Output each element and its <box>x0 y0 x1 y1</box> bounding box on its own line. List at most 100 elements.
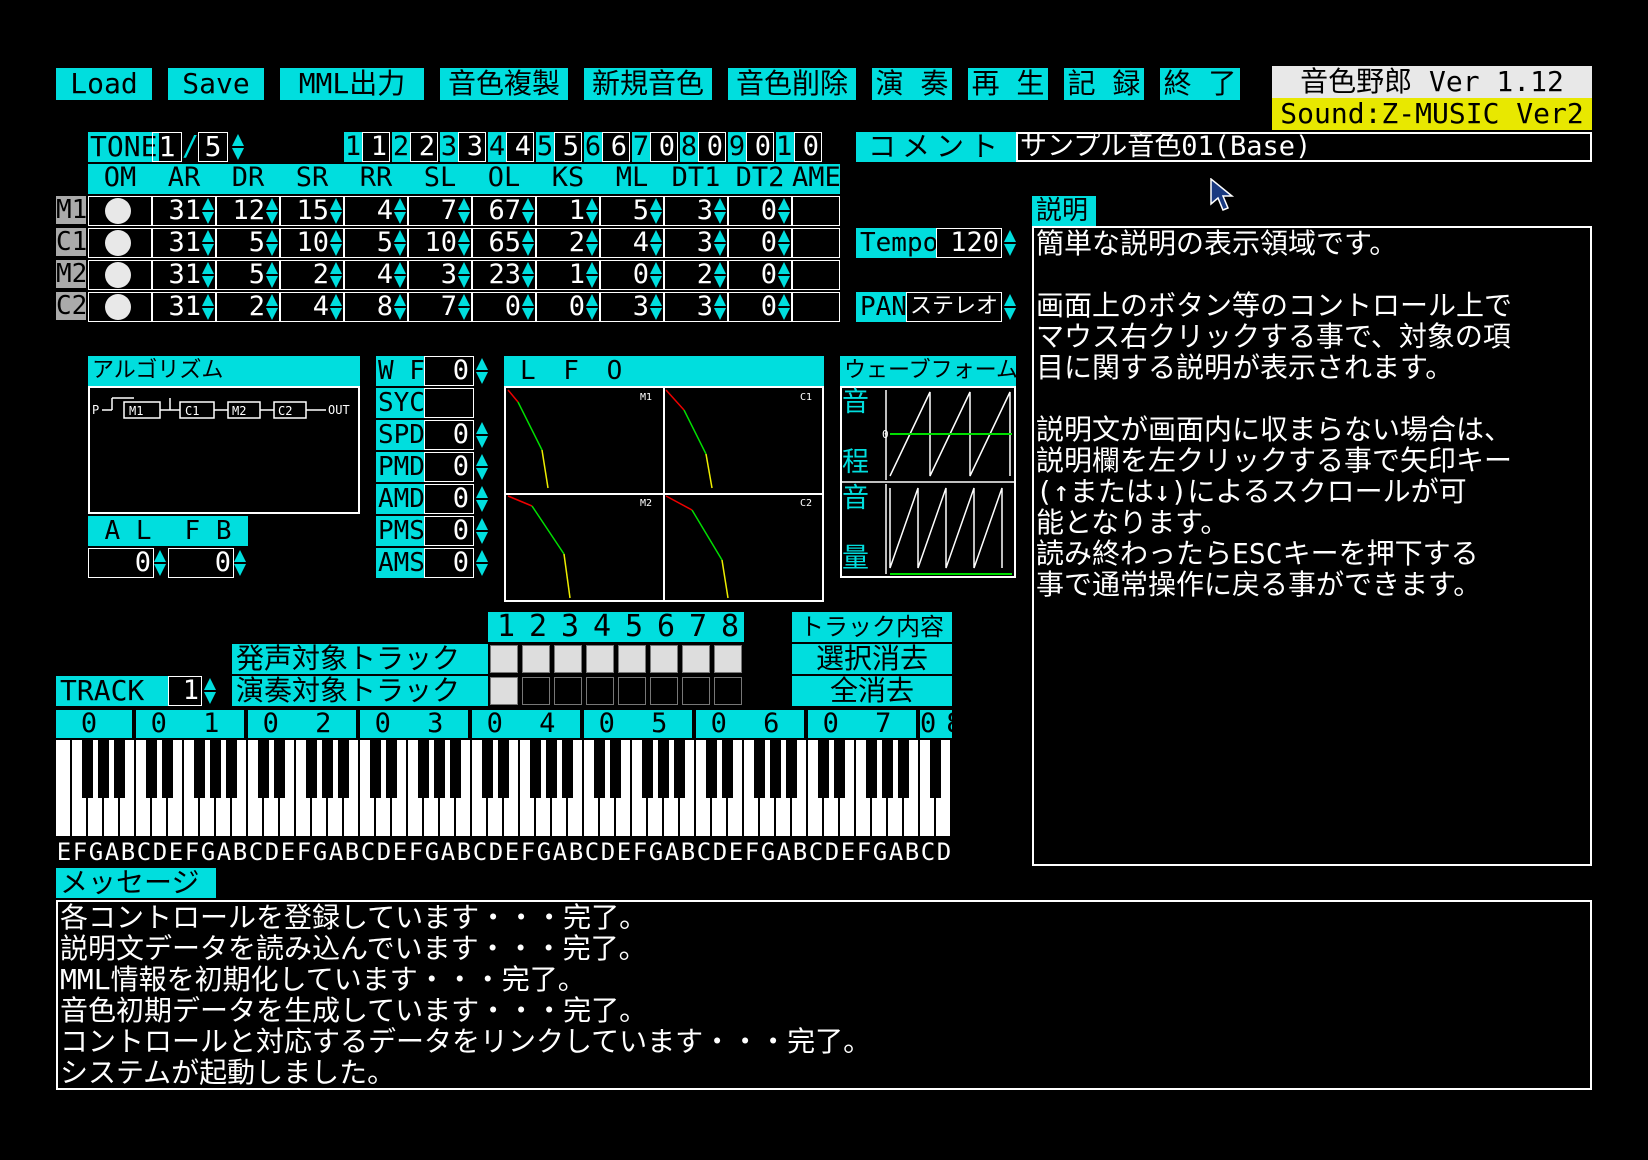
spinner-icon[interactable] <box>650 261 662 289</box>
spinner-icon[interactable] <box>202 261 214 289</box>
black-key[interactable] <box>194 740 205 798</box>
spinner-icon[interactable] <box>650 293 662 321</box>
op-cell-ame[interactable] <box>792 260 840 290</box>
black-key[interactable] <box>818 740 829 798</box>
white-key[interactable] <box>56 740 72 836</box>
black-key[interactable] <box>418 740 429 798</box>
black-key[interactable] <box>210 740 221 798</box>
tone-slot-value[interactable]: 1 <box>362 132 390 162</box>
black-key[interactable] <box>146 740 157 798</box>
tone-slot-value[interactable]: 0 <box>650 132 678 162</box>
spinner-icon[interactable] <box>202 293 214 321</box>
lfo-param-value[interactable]: 0 <box>424 484 474 514</box>
spinner-icon[interactable] <box>522 293 534 321</box>
black-key[interactable] <box>498 740 509 798</box>
spinner-icon[interactable] <box>586 293 598 321</box>
spinner-icon[interactable] <box>476 517 488 545</box>
play-track-toggle[interactable] <box>618 677 646 705</box>
black-key[interactable] <box>306 740 317 798</box>
track-value[interactable]: 1 <box>168 676 202 706</box>
spinner-icon[interactable] <box>458 261 470 289</box>
comment-field[interactable]: サンプル音色01(Base) <box>1016 132 1592 162</box>
black-key[interactable] <box>786 740 797 798</box>
tone-slot-value[interactable]: 3 <box>458 132 486 162</box>
al-value[interactable]: 0 <box>88 548 154 578</box>
play-track-toggle[interactable] <box>490 677 518 705</box>
voice-track-toggle[interactable] <box>490 645 518 673</box>
voice-track-toggle[interactable] <box>682 645 710 673</box>
spinner-icon[interactable] <box>714 293 726 321</box>
black-key[interactable] <box>706 740 717 798</box>
black-key[interactable] <box>114 740 125 798</box>
play-track-toggle[interactable] <box>682 677 710 705</box>
black-key[interactable] <box>866 740 877 798</box>
spinner-icon[interactable] <box>522 229 534 257</box>
save-button[interactable]: Save <box>168 68 264 100</box>
tone-current[interactable]: 1 <box>152 132 182 162</box>
op-cell-ame[interactable] <box>792 196 840 226</box>
spinner-icon[interactable] <box>458 197 470 225</box>
tone-slot-label[interactable]: 9 <box>728 132 746 162</box>
black-key[interactable] <box>162 740 173 798</box>
tone-slot-label[interactable]: 8 <box>680 132 698 162</box>
load-button[interactable]: Load <box>56 68 152 100</box>
play-track-toggle[interactable] <box>554 677 582 705</box>
voice-track-toggle[interactable] <box>522 645 550 673</box>
black-key[interactable] <box>770 740 781 798</box>
voice-track-toggle[interactable] <box>554 645 582 673</box>
mml-output-button[interactable]: MML出力 <box>280 68 424 100</box>
spinner-icon[interactable] <box>330 197 342 225</box>
black-key[interactable] <box>226 740 237 798</box>
play-track-toggle[interactable] <box>522 677 550 705</box>
spinner-icon[interactable] <box>476 485 488 513</box>
spinner-icon[interactable] <box>586 261 598 289</box>
spinner-icon[interactable] <box>458 293 470 321</box>
tone-slot-label[interactable]: 5 <box>536 132 554 162</box>
voice-track-toggle[interactable] <box>650 645 678 673</box>
spinner-icon[interactable] <box>476 357 488 385</box>
spinner-icon[interactable] <box>476 549 488 577</box>
spinner-icon[interactable] <box>330 229 342 257</box>
play-button[interactable]: 演 奏 <box>872 68 952 100</box>
black-key[interactable] <box>610 740 621 798</box>
tone-slot-value[interactable]: 5 <box>554 132 582 162</box>
fb-spinner-icon[interactable] <box>234 549 246 577</box>
black-key[interactable] <box>258 740 269 798</box>
spinner-icon[interactable] <box>394 229 406 257</box>
description-panel[interactable]: 簡単な説明の表示領域です。 画面上のボタン等のコントロール上で マウス右クリックする… <box>1032 226 1592 866</box>
lfo-param-value[interactable]: 0 <box>424 548 474 578</box>
al-spinner-icon[interactable] <box>154 549 166 577</box>
play-track-toggle[interactable] <box>586 677 614 705</box>
tone-slot-value[interactable]: 0 <box>794 132 822 162</box>
black-key[interactable] <box>82 740 93 798</box>
spinner-icon[interactable] <box>778 261 790 289</box>
spinner-icon[interactable] <box>714 197 726 225</box>
tone-slot-label[interactable]: 10 <box>776 132 809 162</box>
spinner-icon[interactable] <box>330 261 342 289</box>
black-key[interactable] <box>434 740 445 798</box>
spinner-icon[interactable] <box>586 197 598 225</box>
pan-spinner-icon[interactable] <box>1004 293 1016 321</box>
tone-slot-label[interactable]: 2 <box>392 132 410 162</box>
tone-slot-value[interactable]: 0 <box>746 132 774 162</box>
black-key[interactable] <box>754 740 765 798</box>
black-key[interactable] <box>882 740 893 798</box>
replay-button[interactable]: 再 生 <box>968 68 1048 100</box>
spinner-icon[interactable] <box>650 197 662 225</box>
om-toggle[interactable] <box>88 196 152 226</box>
lfo-param-value[interactable]: 0 <box>424 356 474 386</box>
black-key[interactable] <box>674 740 685 798</box>
spinner-icon[interactable] <box>778 197 790 225</box>
spinner-icon[interactable] <box>476 421 488 449</box>
voice-track-toggle[interactable] <box>714 645 742 673</box>
spinner-icon[interactable] <box>714 261 726 289</box>
lfo-param-value[interactable] <box>424 388 474 418</box>
spinner-icon[interactable] <box>394 293 406 321</box>
op-cell-ame[interactable] <box>792 292 840 322</box>
spinner-icon[interactable] <box>586 229 598 257</box>
tone-slot-label[interactable]: 4 <box>488 132 506 162</box>
om-toggle[interactable] <box>88 228 152 258</box>
black-key[interactable] <box>98 740 109 798</box>
fb-value[interactable]: 0 <box>168 548 234 578</box>
copy-tone-button[interactable]: 音色複製 <box>440 68 568 100</box>
